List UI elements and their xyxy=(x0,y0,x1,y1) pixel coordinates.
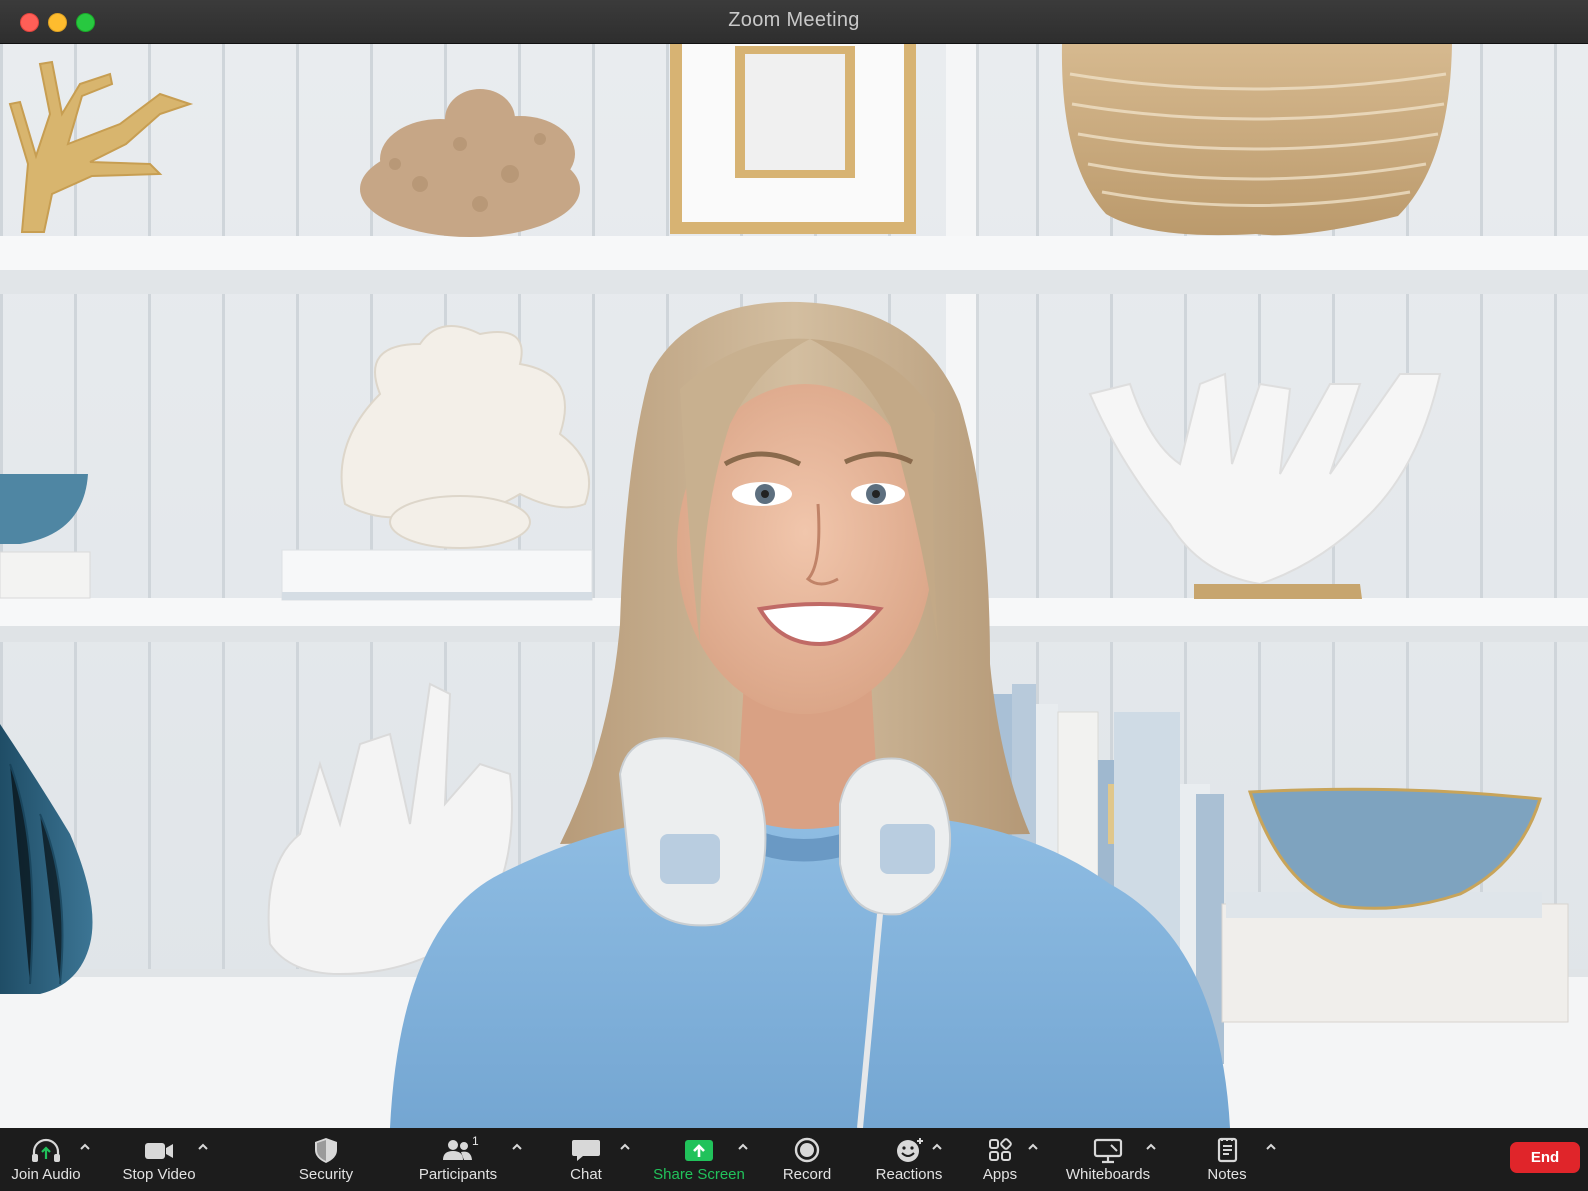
apps-button[interactable]: Apps xyxy=(972,1128,1028,1191)
whiteboards-button[interactable]: Whiteboards xyxy=(1060,1128,1156,1191)
reactions-label: Reactions xyxy=(875,1166,943,1183)
end-meeting-button[interactable]: End xyxy=(1510,1142,1580,1173)
record-button[interactable]: Record xyxy=(774,1128,840,1191)
smiley-plus-icon xyxy=(897,1138,923,1162)
stop-video-button[interactable]: Stop Video xyxy=(118,1128,200,1191)
share-arrow-icon xyxy=(685,1140,713,1161)
chat-button[interactable]: Chat xyxy=(556,1128,616,1191)
chat-label: Chat xyxy=(570,1166,602,1183)
join-audio-label: Join Audio xyxy=(11,1166,81,1183)
join-audio-button[interactable]: Join Audio xyxy=(8,1128,84,1191)
apps-label: Apps xyxy=(982,1166,1018,1183)
title-bar: Zoom Meeting xyxy=(0,0,1588,44)
notes-caret-up-icon[interactable] xyxy=(1264,1141,1278,1153)
reactions-button[interactable]: Reactions xyxy=(866,1128,952,1191)
shield-icon xyxy=(315,1138,337,1163)
participant-video-image xyxy=(0,44,1588,1128)
apps-grid-icon xyxy=(989,1138,1012,1161)
join-audio-caret-up-icon[interactable] xyxy=(78,1141,92,1153)
share-screen-caret-up-icon[interactable] xyxy=(736,1141,750,1153)
headphone-arrow-icon xyxy=(32,1138,60,1162)
stop-video-label: Stop Video xyxy=(122,1166,196,1183)
meeting-toolbar: Join Audio Stop Video Security 1 Partici… xyxy=(0,1128,1588,1191)
share-screen-button[interactable]: Share Screen xyxy=(648,1128,750,1191)
whiteboards-caret-up-icon[interactable] xyxy=(1144,1141,1158,1153)
whiteboards-label: Whiteboards xyxy=(1065,1166,1151,1183)
whiteboard-icon xyxy=(1093,1138,1123,1164)
notes-button[interactable]: Notes xyxy=(1196,1128,1258,1191)
security-button[interactable]: Security xyxy=(290,1128,362,1191)
participants-button[interactable]: 1 Participants xyxy=(410,1128,506,1191)
window-title: Zoom Meeting xyxy=(728,9,860,31)
record-circle-icon xyxy=(794,1137,820,1163)
share-screen-label: Share Screen xyxy=(653,1166,745,1183)
stop-video-caret-up-icon[interactable] xyxy=(196,1141,210,1153)
notes-icon xyxy=(1217,1137,1238,1163)
apps-caret-up-icon[interactable] xyxy=(1026,1141,1040,1153)
notes-label: Notes xyxy=(1207,1166,1247,1183)
video-camera-icon xyxy=(145,1143,173,1159)
security-label: Security xyxy=(298,1166,354,1183)
record-label: Record xyxy=(782,1166,832,1183)
participants-label: Participants xyxy=(418,1166,498,1183)
participants-caret-up-icon[interactable] xyxy=(510,1141,524,1153)
reactions-caret-up-icon[interactable] xyxy=(930,1141,944,1153)
people-icon xyxy=(443,1140,472,1160)
speech-bubble-icon xyxy=(572,1140,600,1161)
video-feed[interactable] xyxy=(0,44,1588,1128)
chat-caret-up-icon[interactable] xyxy=(618,1141,632,1153)
participants-count-badge: 1 xyxy=(472,1134,479,1148)
